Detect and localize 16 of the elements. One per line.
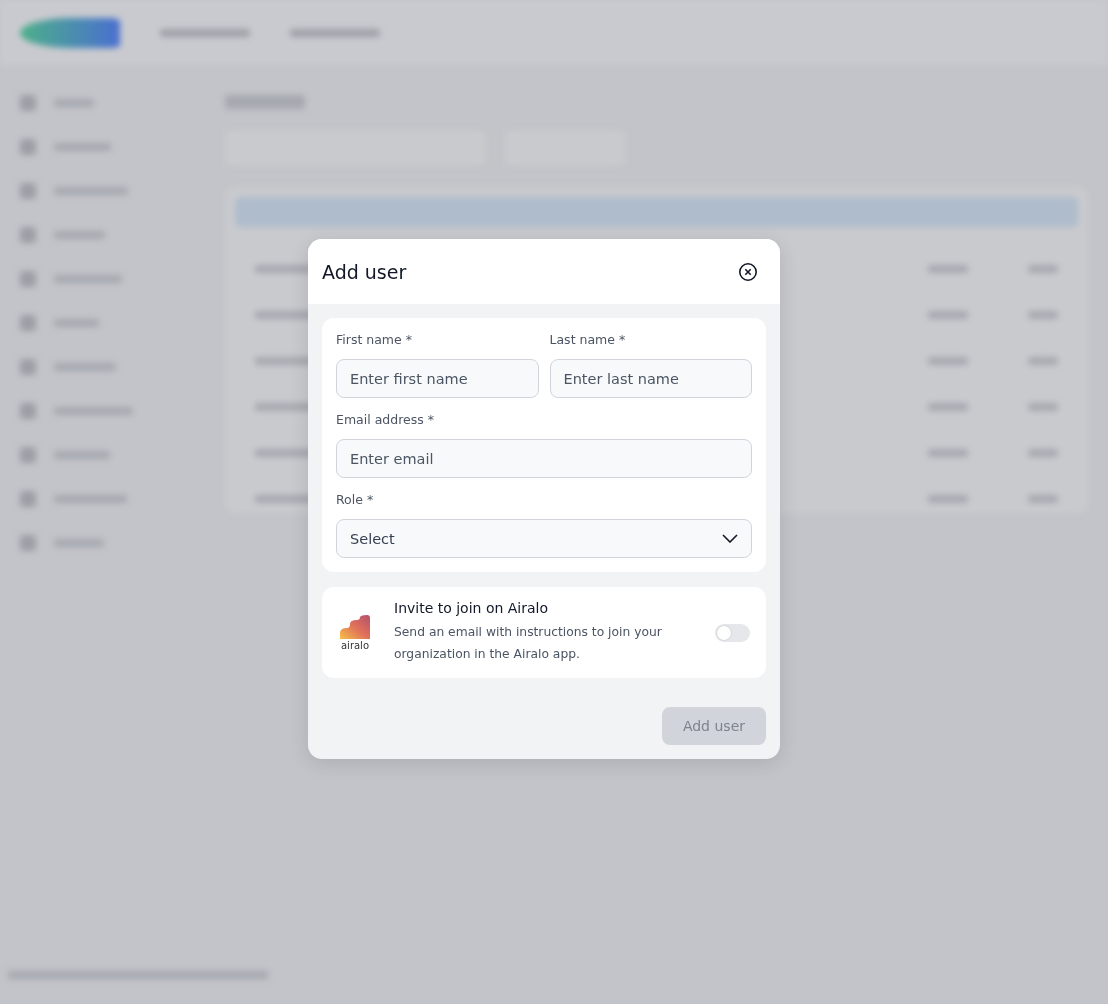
field-label: Email address * xyxy=(336,412,435,427)
field-label: Last name * xyxy=(549,332,627,347)
chevron-down-icon xyxy=(722,534,738,543)
field-label: First name * xyxy=(336,332,413,347)
invite-title: Invite to join on Airalo xyxy=(394,600,550,616)
close-icon[interactable] xyxy=(738,261,758,282)
airalo-logo-icon xyxy=(340,614,370,639)
input-field[interactable]: Enter first name xyxy=(336,359,539,398)
invite-toggle[interactable] xyxy=(715,623,750,642)
logo-text: airalo xyxy=(340,639,369,651)
role-dropdown[interactable]: Select xyxy=(336,519,752,558)
input-field[interactable]: Enter email xyxy=(336,439,752,478)
input-field[interactable]: Enter last name xyxy=(549,359,752,398)
dialog-title: Add user xyxy=(322,260,407,283)
field-label: Role * xyxy=(336,492,375,507)
invite-description: Send an email with instructions to join your organization in the Airalo app. xyxy=(394,624,663,663)
